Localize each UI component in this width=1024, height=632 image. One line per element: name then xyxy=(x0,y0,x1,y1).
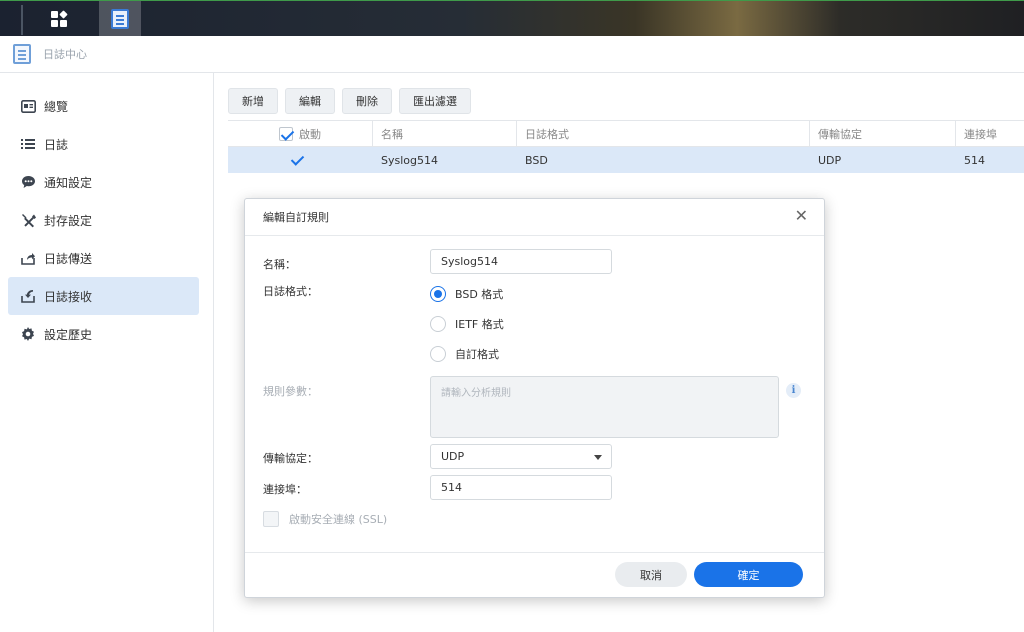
rule-params-label: 規則參數： xyxy=(263,385,318,398)
column-header-enabled[interactable]: 啟動 xyxy=(228,121,373,146)
sidebar-item-label: 日誌傳送 xyxy=(44,251,93,266)
sidebar-item-label: 設定歷史 xyxy=(44,327,93,342)
chevron-down-icon xyxy=(594,455,602,460)
port-label: 連接埠： xyxy=(263,483,307,496)
sidebar-item-log-sending[interactable]: 日誌傳送 xyxy=(8,239,199,277)
cancel-button[interactable]: 取消 xyxy=(615,562,687,587)
format-option-bsd[interactable]: BSD 格式 xyxy=(430,286,503,302)
dialog-title: 編輯自訂規則 xyxy=(263,211,329,224)
close-icon[interactable]: ✕ xyxy=(795,208,808,224)
column-header-name[interactable]: 名稱 xyxy=(373,121,517,146)
window-titlebar: 日誌中心 xyxy=(0,36,1024,73)
ssl-checkbox[interactable] xyxy=(263,511,279,527)
desktop-taskbar xyxy=(0,0,1024,37)
select-all-checkbox[interactable] xyxy=(279,126,293,141)
format-label: 日誌格式： xyxy=(263,285,318,298)
overview-icon xyxy=(20,98,36,114)
sidebar-item-overview[interactable]: 總覽 xyxy=(8,87,199,125)
import-icon xyxy=(20,288,36,304)
sidebar-item-label: 總覽 xyxy=(44,99,69,114)
protocol-label: 傳輸協定： xyxy=(263,452,318,465)
main-menu-icon xyxy=(51,10,68,27)
delete-button[interactable]: 刪除 xyxy=(342,88,392,114)
row-name-cell: Syslog514 xyxy=(381,153,438,167)
radio-custom[interactable] xyxy=(430,346,446,362)
info-icon[interactable]: i xyxy=(786,383,801,398)
sidebar-item-label: 封存設定 xyxy=(44,213,93,228)
dialog-header: 編輯自訂規則 ✕ xyxy=(245,199,824,236)
sidebar-item-settings-history[interactable]: 設定歷史 xyxy=(8,315,199,353)
sidebar-item-archive-settings[interactable]: 封存設定 xyxy=(8,201,199,239)
toolbar: 新增 編輯 刪除 匯出濾選 xyxy=(228,88,471,114)
list-icon xyxy=(20,136,36,152)
radio-bsd[interactable] xyxy=(430,286,446,302)
log-center-app-icon xyxy=(13,44,31,64)
log-center-icon xyxy=(111,9,129,29)
sidebar-item-notification-settings[interactable]: 通知設定 xyxy=(8,163,199,201)
row-protocol-cell: UDP xyxy=(818,153,842,167)
column-header-port[interactable]: 連接埠 xyxy=(956,121,1024,146)
taskbar-separator xyxy=(21,5,23,35)
window-title: 日誌中心 xyxy=(43,48,87,61)
ssl-option[interactable]: 啟動安全連線 (SSL) xyxy=(263,511,387,527)
sidebar-item-label: 日誌 xyxy=(44,137,69,152)
sidebar-item-logs[interactable]: 日誌 xyxy=(8,125,199,163)
export-icon xyxy=(20,250,36,266)
table-row[interactable]: Syslog514 BSD UDP 514 xyxy=(228,147,1024,173)
radio-ietf[interactable] xyxy=(430,316,446,332)
sidebar-item-label: 日誌接收 xyxy=(44,289,93,304)
gear-icon xyxy=(20,326,36,342)
rule-params-textarea[interactable]: 請輸入分析規則 xyxy=(430,376,779,438)
add-button[interactable]: 新增 xyxy=(228,88,278,114)
row-enabled-cell[interactable] xyxy=(228,147,373,173)
format-option-ietf[interactable]: IETF 格式 xyxy=(430,316,504,332)
confirm-button[interactable]: 確定 xyxy=(694,562,803,587)
tools-icon xyxy=(20,212,36,228)
dialog-footer: 取消 確定 xyxy=(245,552,824,597)
main-menu-button[interactable] xyxy=(36,1,82,37)
row-enabled-checkbox[interactable] xyxy=(291,153,305,167)
name-label: 名稱： xyxy=(263,258,296,271)
sidebar-item-log-receiving[interactable]: 日誌接收 xyxy=(8,277,199,315)
sidebar-item-label: 通知設定 xyxy=(44,175,93,190)
table-header: 啟動 名稱 日誌格式 傳輸協定 連接埠 xyxy=(228,120,1024,147)
edit-button[interactable]: 編輯 xyxy=(285,88,335,114)
edit-rule-dialog: 編輯自訂規則 ✕ 名稱： Syslog514 日誌格式： BSD 格式 IETF… xyxy=(244,198,825,598)
column-header-protocol[interactable]: 傳輸協定 xyxy=(810,121,956,146)
row-port-cell: 514 xyxy=(964,153,985,167)
chat-bubble-icon xyxy=(20,174,36,190)
sidebar: 總覽 日誌 通知設定 封存設定 日誌傳送 日誌接收 設定歷史 xyxy=(0,73,214,632)
row-format-cell: BSD xyxy=(525,153,548,167)
port-input[interactable]: 514 xyxy=(430,475,612,500)
taskbar-log-center-button[interactable] xyxy=(99,1,141,37)
rules-table: 啟動 名稱 日誌格式 傳輸協定 連接埠 Syslog514 BSD UDP 51… xyxy=(228,120,1024,173)
protocol-select[interactable]: UDP xyxy=(430,444,612,469)
name-input[interactable]: Syslog514 xyxy=(430,249,612,274)
export-filter-button[interactable]: 匯出濾選 xyxy=(399,88,471,114)
column-header-format[interactable]: 日誌格式 xyxy=(517,121,810,146)
format-option-custom[interactable]: 自訂格式 xyxy=(430,346,499,362)
